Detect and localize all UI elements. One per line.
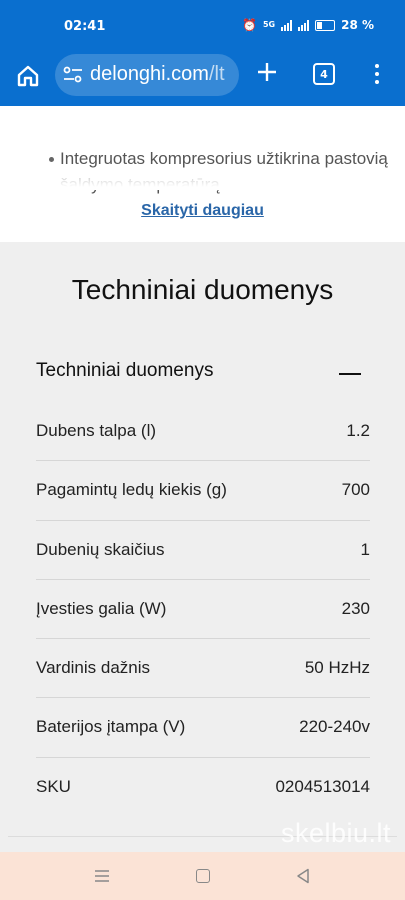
spec-row: Pagamintų ledų kiekis (g) 700 <box>36 461 370 521</box>
specs-heading: Techniniai duomenys <box>71 274 334 305</box>
spec-row: Dubens talpa (l) 1.2 <box>36 402 370 462</box>
signal-icon <box>281 19 293 31</box>
url-text: delonghi.com/lt <box>90 63 225 86</box>
url-path: /lt <box>208 63 225 85</box>
spec-label: Dubens talpa (l) <box>36 421 157 440</box>
collapse-minus-icon[interactable] <box>339 373 361 375</box>
accordion-title: Techniniai duomenys <box>36 360 214 381</box>
text-fade <box>0 170 405 190</box>
browser-toolbar: delonghi.com/lt 4 <box>0 54 405 106</box>
bullet-dot <box>49 157 54 162</box>
battery-percent: 28 % <box>341 18 374 32</box>
spec-value: 0204513014 <box>275 776 370 796</box>
spec-label: SKU <box>36 776 71 796</box>
battery-icon <box>315 19 336 31</box>
watermark: skelbiu.lt <box>280 818 391 848</box>
spec-label: Vardinis dažnis <box>36 658 151 678</box>
url-domain: delonghi.com <box>90 63 209 85</box>
specs-accordion-header[interactable]: Techniniai duomenys <box>36 360 370 390</box>
status-icons: ⏰ 5G 28 % <box>242 18 374 32</box>
spec-label: Dubenių skaičius <box>36 539 165 559</box>
spec-value: 1 <box>360 539 370 559</box>
system-nav-bar <box>0 852 405 900</box>
network-type: 5G <box>262 20 276 29</box>
read-more-link[interactable]: Skaityti daugiau <box>0 202 405 220</box>
back-icon[interactable] <box>296 868 310 884</box>
spec-value: 700 <box>341 480 370 500</box>
spec-value: 1.2 <box>346 421 370 440</box>
spec-label: Įvesties galia (W) <box>36 598 167 618</box>
home-nav-icon[interactable] <box>196 869 210 883</box>
spec-value: 220-240v <box>299 717 370 737</box>
spec-row: Įvesties galia (W) 230 <box>36 580 370 640</box>
signal-2-icon <box>298 19 310 31</box>
status-bar: 02:41 ⏰ 5G 28 % <box>0 0 405 54</box>
spec-value: 50 HzHz <box>304 658 370 678</box>
address-bar[interactable]: delonghi.com/lt <box>55 54 239 96</box>
status-time: 02:41 <box>64 19 106 34</box>
more-vert-icon[interactable] <box>371 62 383 86</box>
spec-label: Pagamintų ledų kiekis (g) <box>36 480 227 500</box>
recent-apps-icon[interactable] <box>94 869 110 883</box>
description-section: Integruotas kompresorius užtikrina pasto… <box>0 106 405 242</box>
spec-label: Baterijos įtampa (V) <box>36 717 186 737</box>
spec-row: Dubenių skaičius 1 <box>36 521 370 580</box>
tabs-button[interactable]: 4 <box>313 63 335 85</box>
alarm-icon: ⏰ <box>242 18 257 32</box>
plus-icon[interactable] <box>255 60 279 84</box>
spec-row: SKU 0204513014 <box>36 758 370 817</box>
spec-value: 230 <box>341 598 370 618</box>
home-icon[interactable] <box>14 62 42 90</box>
specs-table: Dubens talpa (l) 1.2 Pagamintų ledų kiekis… <box>36 402 370 817</box>
spec-row: Baterijos įtampa (V) 220-240v <box>36 698 370 758</box>
site-settings-icon[interactable] <box>63 66 83 84</box>
spec-row: Vardinis dažnis 50 HzHz <box>36 639 370 699</box>
